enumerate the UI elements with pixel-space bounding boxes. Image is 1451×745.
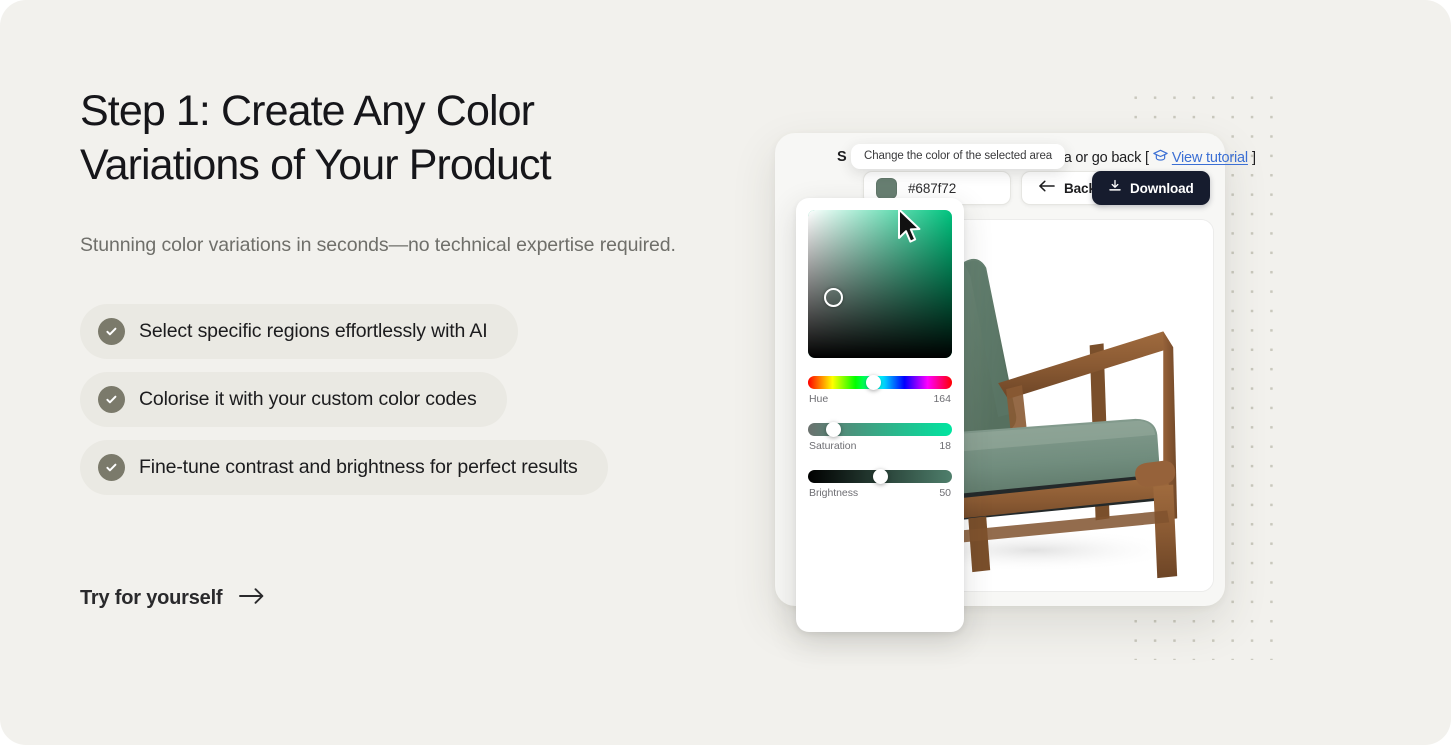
hint-prefix-text: S <box>837 149 847 165</box>
brightness-value: 50 <box>939 487 951 499</box>
list-item: Fine-tune contrast and brightness for pe… <box>80 440 608 495</box>
cta-label: Try for yourself <box>80 587 223 609</box>
saturation-slider[interactable] <box>808 422 952 437</box>
view-tutorial-link[interactable]: View tutorial <box>1172 150 1248 166</box>
download-icon <box>1108 179 1122 198</box>
brightness-slider[interactable] <box>808 469 952 484</box>
hue-value: 164 <box>933 393 951 405</box>
page-title: Step 1: Create Any Color Variations of Y… <box>80 87 552 189</box>
feature-label: Colorise it with your custom color codes <box>139 388 477 410</box>
brightness-slider-meta: Brightness 50 <box>808 487 952 499</box>
color-tooltip: Change the color of the selected area <box>851 144 1066 169</box>
check-circle-icon <box>98 386 125 413</box>
hero-text-column: Step 1: Create Any Color Variations of Y… <box>80 84 720 610</box>
graduation-cap-icon <box>1153 149 1168 166</box>
hue-slider-group: Hue 164 <box>808 375 952 405</box>
hue-slider[interactable] <box>808 375 952 390</box>
saturation-value: 18 <box>939 440 951 452</box>
feature-label: Fine-tune contrast and brightness for pe… <box>139 456 578 478</box>
list-item: Select specific regions effortlessly wit… <box>80 304 518 359</box>
brightness-slider-group: Brightness 50 <box>808 469 952 499</box>
arrow-right-icon <box>239 587 265 610</box>
saturation-slider-group: Saturation 18 <box>808 422 952 452</box>
feature-list: Select specific regions effortlessly wit… <box>80 304 720 495</box>
saturation-slider-meta: Saturation 18 <box>808 440 952 452</box>
color-picker-popover[interactable]: Hue 164 Saturation 18 Brightness 50 <box>796 198 964 632</box>
brightness-label: Brightness <box>809 487 859 499</box>
saturation-slider-thumb[interactable] <box>826 422 842 437</box>
brightness-slider-thumb[interactable] <box>872 469 888 484</box>
check-circle-icon <box>98 454 125 481</box>
hue-slider-meta: Hue 164 <box>808 393 952 405</box>
list-item: Colorise it with your custom color codes <box>80 372 507 427</box>
page-subtitle: Stunning color variations in seconds—no … <box>80 234 676 256</box>
download-label: Download <box>1130 180 1194 196</box>
color-swatch[interactable] <box>876 177 897 199</box>
app-preview-card: S ted area or go back [ View tutorial ] … <box>775 133 1256 632</box>
landing-page-section: Step 1: Create Any Color Variations of Y… <box>0 0 1451 745</box>
feature-label: Select specific regions effortlessly wit… <box>139 320 488 342</box>
try-for-yourself-link[interactable]: Try for yourself <box>80 587 265 610</box>
hue-slider-thumb[interactable] <box>866 375 882 390</box>
hint-close-bracket: ] <box>1251 149 1256 166</box>
check-circle-icon <box>98 318 125 345</box>
saturation-label: Saturation <box>809 440 857 452</box>
hue-label: Hue <box>809 393 829 405</box>
sv-black-layer <box>808 210 952 358</box>
saturation-value-field[interactable] <box>808 210 952 358</box>
arrow-left-icon <box>1038 179 1055 197</box>
download-button[interactable]: Download <box>1092 171 1210 205</box>
hex-value-label: #687f72 <box>908 180 957 196</box>
